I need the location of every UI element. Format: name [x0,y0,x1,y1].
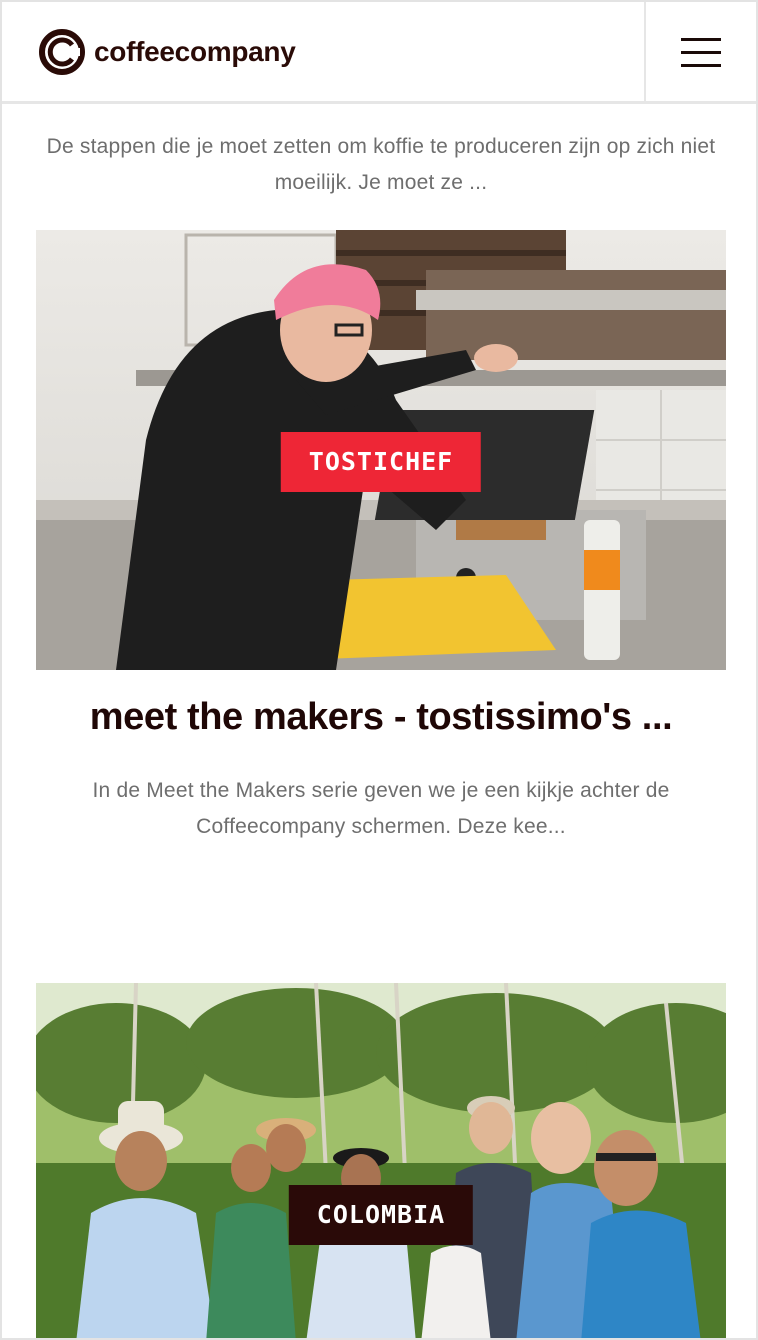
post-excerpt: In de Meet the Makers serie geven we je … [92,779,670,838]
menu-button[interactable] [644,2,756,102]
post-title[interactable]: meet the makers - tostissimo's ... [36,696,726,739]
logo[interactable]: coffeecompany [38,28,296,76]
hamburger-icon-bar [681,63,721,67]
logo-text: coffeecompany [94,36,296,67]
post-excerpt: De stappen die je moet zetten om koffie … [46,135,716,194]
post-image-tostichef[interactable]: TOSTICHEF [36,230,726,670]
hamburger-icon-bar [681,50,721,54]
site-header: coffeecompany [2,2,756,104]
category-tag[interactable]: TOSTICHEF [280,432,482,492]
farm-photo [36,983,726,1338]
logo-mark-icon [39,29,85,75]
page-frame: coffeecompany De stappen die je moet zet… [0,0,758,1340]
post-image-colombia[interactable]: COLOMBIA [36,983,726,1338]
category-tag[interactable]: COLOMBIA [288,1185,474,1245]
hamburger-icon-bar [681,37,721,41]
